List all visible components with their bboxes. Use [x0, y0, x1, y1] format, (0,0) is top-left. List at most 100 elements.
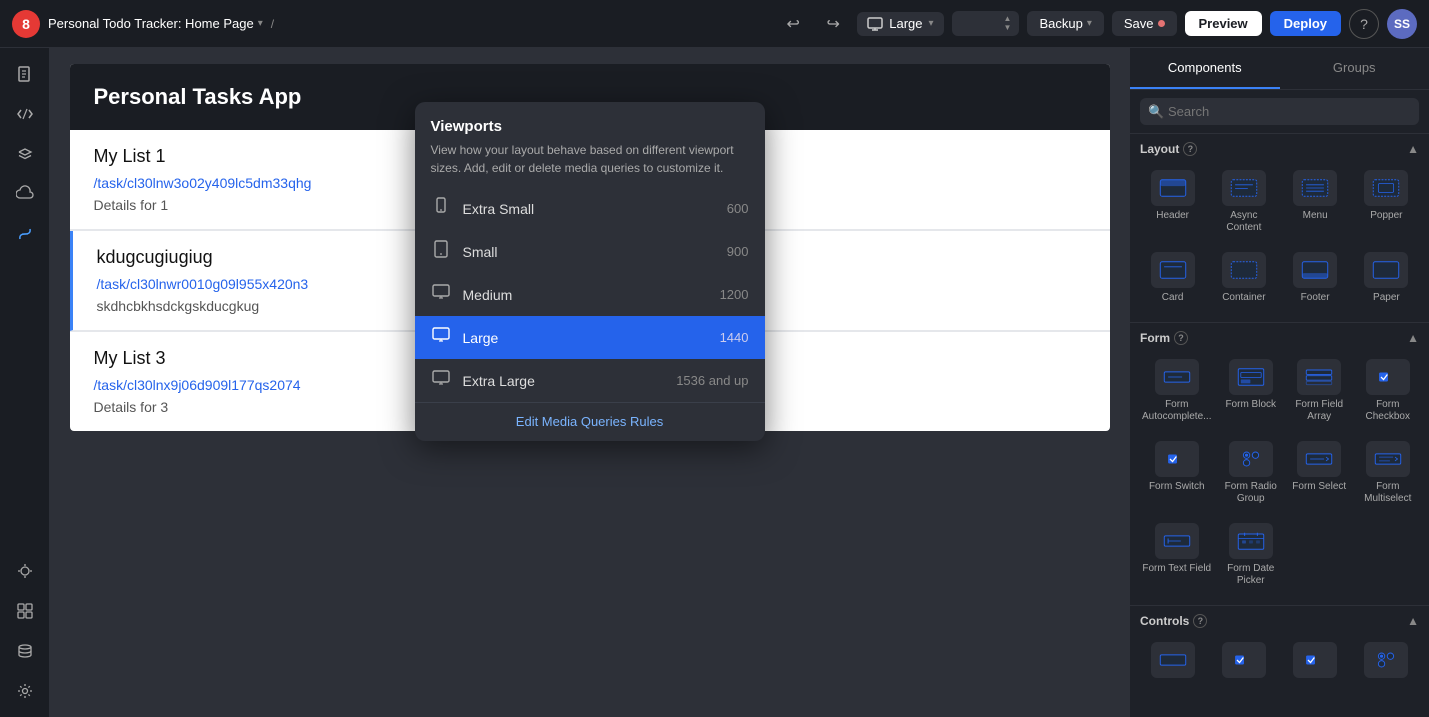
components-search-input[interactable] — [1140, 98, 1419, 125]
pages-icon — [16, 65, 34, 83]
component-item-paper[interactable]: Paper — [1354, 246, 1419, 310]
viewport-size-medium: 1200 — [720, 287, 749, 302]
component-item-container[interactable]: Container — [1211, 246, 1276, 310]
layout-section-chevron-icon[interactable]: ▲ — [1407, 142, 1419, 156]
code-icon — [16, 105, 34, 123]
component-item-control-2[interactable] — [1211, 636, 1276, 688]
form-date-picker-label: Form Date Picker — [1221, 563, 1280, 587]
settings-icon — [16, 682, 34, 700]
component-item-form-multiselect[interactable]: Form Multiselect — [1356, 435, 1419, 511]
width-input[interactable]: 1,440 — [960, 16, 1000, 31]
layout-section-title: Layout ? — [1140, 142, 1197, 156]
viewport-label: Large — [889, 16, 922, 31]
functions-icon — [16, 225, 34, 243]
component-item-form-radio-group[interactable]: Form Radio Group — [1219, 435, 1282, 511]
tablet-icon — [431, 240, 451, 263]
backup-button[interactable]: Backup ▾ — [1027, 11, 1103, 36]
container-icon — [1222, 252, 1266, 288]
form-block-label: Form Block — [1225, 399, 1276, 411]
width-down-arrow[interactable]: ▼ — [1004, 24, 1012, 32]
form-radio-group-icon — [1229, 441, 1273, 477]
database-icon — [16, 642, 34, 660]
vd-title: Viewports — [431, 118, 749, 135]
viewport-size-large: 1440 — [720, 330, 749, 345]
layout-components-grid: Header Async Content Menu — [1140, 164, 1419, 310]
sidebar-item-theme[interactable] — [7, 553, 43, 589]
left-sidebar — [0, 48, 50, 717]
component-item-control-3[interactable] — [1283, 636, 1348, 688]
canvas-area: Personal Tasks App My List 1 /task/cl30l… — [50, 48, 1129, 717]
vd-description: View how your layout behave based on dif… — [431, 141, 749, 177]
component-item-card[interactable]: Card — [1140, 246, 1205, 310]
layout-help-icon[interactable]: ? — [1183, 142, 1197, 156]
viewport-size-extra-large: 1536 and up — [676, 373, 748, 388]
controls-help-icon[interactable]: ? — [1193, 614, 1207, 628]
component-item-form-autocomplete[interactable]: Form Autocomplete... — [1140, 353, 1213, 429]
width-up-arrow[interactable]: ▲ — [1004, 15, 1012, 23]
component-item-menu[interactable]: Menu — [1283, 164, 1348, 240]
component-item-footer[interactable]: Footer — [1283, 246, 1348, 310]
form-section-title: Form ? — [1140, 331, 1188, 345]
control-1-icon — [1151, 642, 1195, 678]
component-item-popper[interactable]: Popper — [1354, 164, 1419, 240]
viewport-selector-button[interactable]: Large ▾ — [857, 12, 943, 36]
component-item-control-4[interactable] — [1354, 636, 1419, 688]
preview-button[interactable]: Preview — [1185, 11, 1262, 36]
project-title: Personal Todo Tracker: Home Page ▾ / — [48, 16, 274, 31]
component-item-control-1[interactable] — [1140, 636, 1205, 688]
sidebar-item-pages[interactable] — [7, 56, 43, 92]
project-chevron-icon[interactable]: ▾ — [258, 18, 263, 29]
form-checkbox-label: Form Checkbox — [1358, 399, 1417, 423]
form-autocomplete-label: Form Autocomplete... — [1142, 399, 1211, 423]
control-4-icon — [1364, 642, 1408, 678]
component-item-form-field-array[interactable]: Form Field Array — [1288, 353, 1351, 429]
monitor-medium-icon — [431, 283, 451, 306]
control-3-icon — [1293, 642, 1337, 678]
avatar[interactable]: SS — [1387, 9, 1417, 39]
sidebar-item-code[interactable] — [7, 96, 43, 132]
viewport-option-extra-large[interactable]: Extra Large 1536 and up — [415, 359, 765, 402]
header-label: Header — [1156, 210, 1189, 222]
viewport-option-extra-small[interactable]: Extra Small 600 — [415, 187, 765, 230]
sidebar-item-grid[interactable] — [7, 593, 43, 629]
sidebar-item-layers[interactable] — [7, 136, 43, 172]
sidebar-item-cloud[interactable] — [7, 176, 43, 212]
form-select-icon — [1297, 441, 1341, 477]
undo-button[interactable]: ↩ — [777, 8, 809, 40]
component-item-form-select[interactable]: Form Select — [1288, 435, 1351, 511]
help-button[interactable]: ? — [1349, 9, 1379, 39]
form-help-icon[interactable]: ? — [1174, 331, 1188, 345]
deploy-button[interactable]: Deploy — [1270, 11, 1341, 36]
sidebar-item-settings[interactable] — [7, 673, 43, 709]
component-item-form-date-picker[interactable]: Form Date Picker — [1219, 517, 1282, 593]
form-section-header: Form ? ▲ — [1140, 331, 1419, 345]
form-checkbox-icon — [1366, 359, 1410, 395]
component-item-form-block[interactable]: Form Block — [1219, 353, 1282, 429]
save-button[interactable]: Save — [1112, 11, 1177, 36]
controls-section-chevron-icon[interactable]: ▲ — [1407, 614, 1419, 628]
viewport-option-large[interactable]: Large 1440 — [415, 316, 765, 359]
form-section-chevron-icon[interactable]: ▲ — [1407, 331, 1419, 345]
component-item-form-text-field[interactable]: Form Text Field — [1140, 517, 1213, 593]
viewport-option-medium[interactable]: Medium 1200 — [415, 273, 765, 316]
viewport-option-small[interactable]: Small 900 — [415, 230, 765, 273]
save-dot — [1158, 20, 1165, 27]
component-item-form-switch[interactable]: Form Switch — [1140, 435, 1213, 511]
edit-media-queries-link[interactable]: Edit Media Queries Rules — [516, 414, 663, 429]
theme-icon — [16, 562, 34, 580]
sidebar-item-database[interactable] — [7, 633, 43, 669]
tab-components[interactable]: Components — [1130, 48, 1280, 89]
tab-groups[interactable]: Groups — [1280, 48, 1429, 89]
viewport-label-extra-small: Extra Small — [463, 201, 715, 217]
layers-icon — [16, 145, 34, 163]
component-item-form-checkbox[interactable]: Form Checkbox — [1356, 353, 1419, 429]
app-logo: 8 — [12, 10, 40, 38]
menu-label: Menu — [1303, 210, 1328, 222]
redo-button[interactable]: ↪ — [817, 8, 849, 40]
controls-components-grid — [1140, 636, 1419, 688]
sidebar-item-functions[interactable] — [7, 216, 43, 252]
form-multiselect-label: Form Multiselect — [1358, 481, 1417, 505]
component-item-header[interactable]: Header — [1140, 164, 1205, 240]
component-item-async-content[interactable]: Async Content — [1211, 164, 1276, 240]
form-autocomplete-icon — [1155, 359, 1199, 395]
